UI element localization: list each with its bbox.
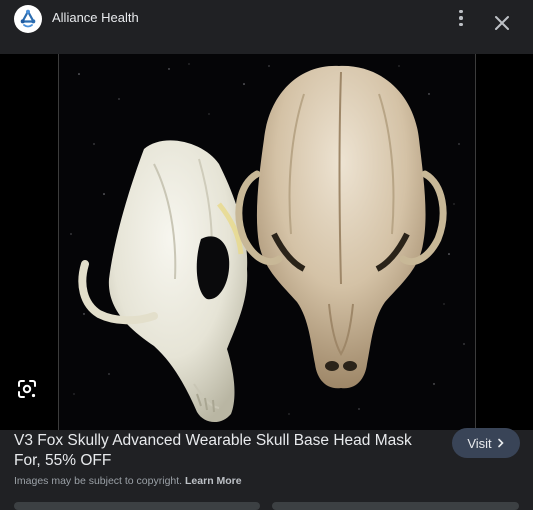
close-button[interactable] (492, 13, 512, 33)
fox-skull-photo (59, 54, 475, 430)
alliance-health-logo-icon (19, 9, 37, 28)
viewer-header: Alliance Health (0, 0, 533, 54)
site-name[interactable]: Alliance Health (52, 10, 139, 26)
more-vert-icon-dot (459, 22, 463, 27)
related-card-top-edge[interactable] (14, 502, 260, 510)
lens-search-button[interactable] (16, 378, 38, 400)
copyright-notice: Images may be subject to copyright. Lear… (14, 475, 242, 487)
visit-button[interactable]: Visit (452, 428, 520, 458)
learn-more-link[interactable]: Learn More (185, 475, 242, 487)
copyright-text: Images may be subject to copyright. (14, 475, 183, 487)
more-options-button[interactable] (452, 8, 470, 28)
more-vert-icon-dot (459, 9, 463, 14)
result-title[interactable]: V3 Fox Skully Advanced Wearable Skull Ba… (14, 431, 442, 471)
site-logo[interactable] (14, 5, 42, 33)
related-card-top-edge[interactable] (272, 502, 519, 510)
chevron-right-icon (497, 438, 504, 448)
google-lens-icon (18, 380, 36, 398)
more-vert-icon-dot (459, 16, 463, 20)
visit-label: Visit (467, 435, 492, 451)
preview-image[interactable] (58, 54, 476, 430)
image-viewer (0, 54, 533, 430)
close-icon (495, 16, 509, 30)
